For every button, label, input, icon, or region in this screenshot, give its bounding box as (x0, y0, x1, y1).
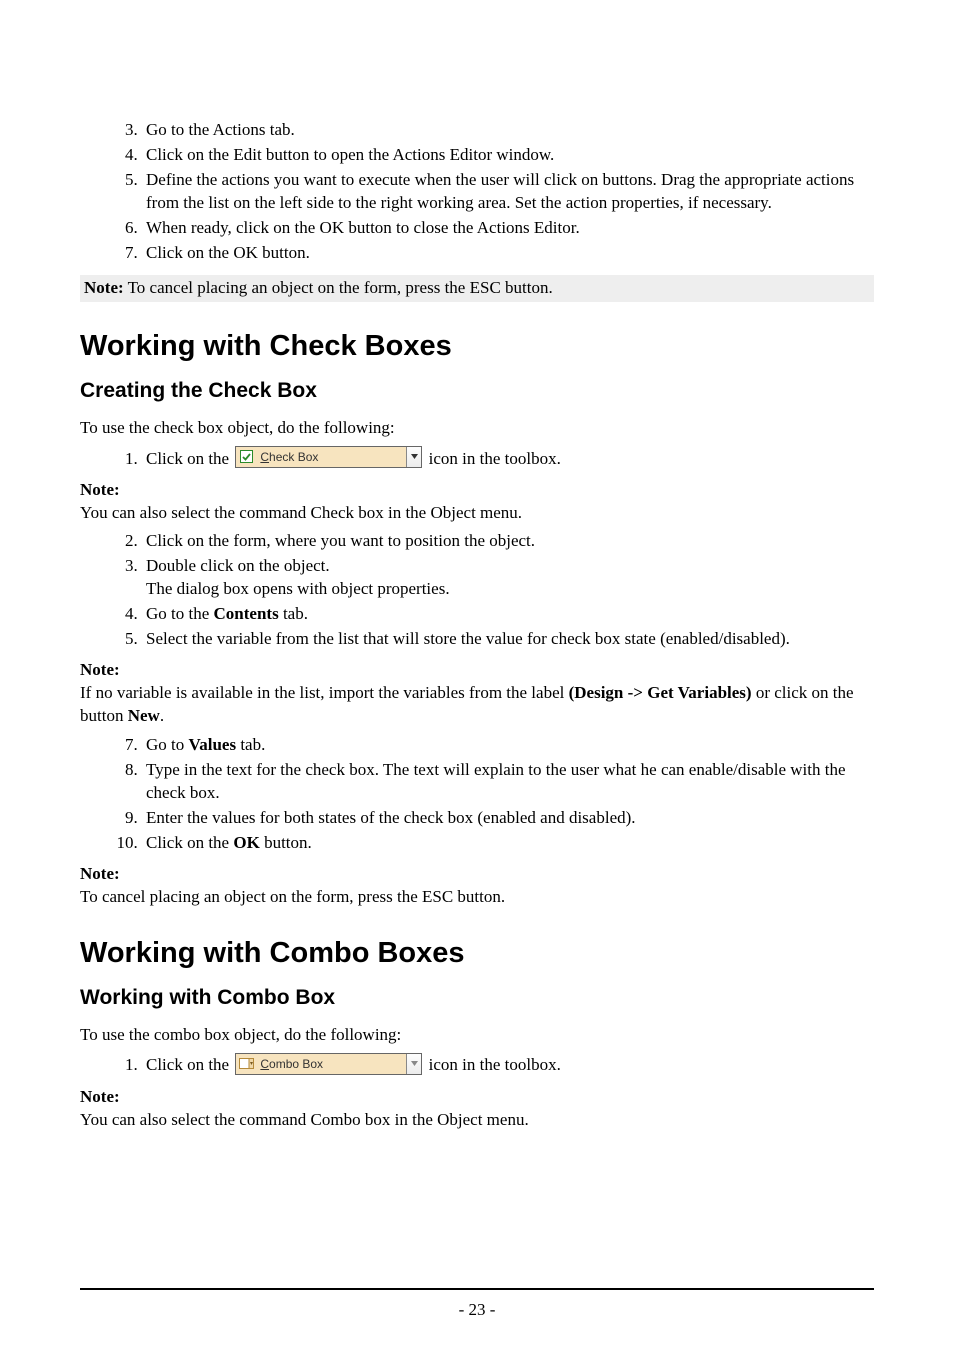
note-label: Note: (84, 278, 124, 297)
li-post-text: icon in the toolbox. (424, 449, 560, 468)
list-item: Click on the OK button. (142, 242, 874, 265)
list-item: Click on the Combo Box icon in the toolb… (142, 1054, 874, 1077)
note-text: You can also select the command Check bo… (80, 503, 522, 522)
instruction-list-e: Click on the Combo Box icon in the toolb… (80, 1054, 874, 1077)
li-text: tab. (279, 604, 308, 623)
page-footer: - 23 - (80, 1288, 874, 1320)
check-box-toolbox-button: Check Box (235, 446, 422, 468)
list-item: Go to Values tab. (142, 734, 874, 757)
li-bold: Contents (214, 604, 279, 623)
list-item: When ready, click on the OK button to cl… (142, 217, 874, 240)
heading-check-boxes: Working with Check Boxes (80, 330, 874, 363)
list-item: Click on the Check Box icon in the toolb… (142, 448, 874, 471)
note-label: Note: (80, 480, 120, 499)
instruction-list-d: Go to Values tab. Type in the text for t… (80, 734, 874, 855)
list-item: Double click on the object. The dialog b… (142, 555, 874, 601)
li-pre-text: Click on the (146, 1055, 233, 1074)
subheading-creating-check-box: Creating the Check Box (80, 379, 874, 403)
li-text: tab. (236, 735, 265, 754)
list-item: Click on the OK button. (142, 832, 874, 855)
note-bold: (Design -> Get Variables) (569, 683, 752, 702)
list-item: Click on the Edit button to open the Act… (142, 144, 874, 167)
li-post-text: icon in the toolbox. (424, 1055, 560, 1074)
intro-text-a: To use the check box object, do the foll… (80, 417, 874, 440)
list-item: Click on the form, where you want to pos… (142, 530, 874, 553)
combo-box-toolbox-button: Combo Box (235, 1053, 422, 1075)
combo-box-label: Combo Box (256, 1054, 406, 1074)
note-block-b: Note: You can also select the command Ch… (80, 479, 874, 525)
subheading-working-combo-box: Working with Combo Box (80, 986, 874, 1010)
li-bold: Values (189, 735, 237, 754)
chevron-down-icon (406, 447, 421, 467)
note-text: To cancel placing an object on the form,… (128, 278, 553, 297)
footer-rule (80, 1288, 874, 1290)
checkbox-icon (236, 447, 256, 467)
note-bold: New (128, 706, 160, 725)
note-block-d: Note: To cancel placing an object on the… (80, 863, 874, 909)
instruction-list-b: Click on the Check Box icon in the toolb… (80, 448, 874, 471)
li-text: Go to (146, 735, 189, 754)
note-text: To cancel placing an object on the form,… (80, 887, 505, 906)
list-item: Select the variable from the list that w… (142, 628, 874, 651)
note-block-c: Note: If no variable is available in the… (80, 659, 874, 728)
note-label: Note: (80, 660, 120, 679)
list-item-sub: The dialog box opens with object propert… (146, 578, 874, 601)
page-number: - 23 - (80, 1300, 874, 1320)
list-item: Go to the Contents tab. (142, 603, 874, 626)
note-text: . (160, 706, 164, 725)
note-block-e: Note: You can also select the command Co… (80, 1086, 874, 1132)
li-pre-text: Click on the (146, 449, 233, 468)
chevron-down-icon (406, 1054, 421, 1074)
combobox-icon (236, 1054, 256, 1074)
list-item: Go to the Actions tab. (142, 119, 874, 142)
check-box-label: Check Box (256, 447, 406, 467)
instruction-list-a: Go to the Actions tab. Click on the Edit… (80, 119, 874, 265)
list-item: Enter the values for both states of the … (142, 807, 874, 830)
li-text: button. (260, 833, 312, 852)
li-bold: OK (233, 833, 259, 852)
note-text: You can also select the command Combo bo… (80, 1110, 529, 1129)
li-text: Go to the (146, 604, 214, 623)
list-item: Define the actions you want to execute w… (142, 169, 874, 215)
note-label: Note: (80, 864, 120, 883)
list-item: Type in the text for the check box. The … (142, 759, 874, 805)
li-text: Click on the (146, 833, 233, 852)
note-bar-a: Note: To cancel placing an object on the… (80, 275, 874, 302)
note-label: Note: (80, 1087, 120, 1106)
heading-combo-boxes: Working with Combo Boxes (80, 937, 874, 970)
note-text: If no variable is available in the list,… (80, 683, 569, 702)
instruction-list-c: Click on the form, where you want to pos… (80, 530, 874, 651)
intro-text-b: To use the combo box object, do the foll… (80, 1024, 874, 1047)
